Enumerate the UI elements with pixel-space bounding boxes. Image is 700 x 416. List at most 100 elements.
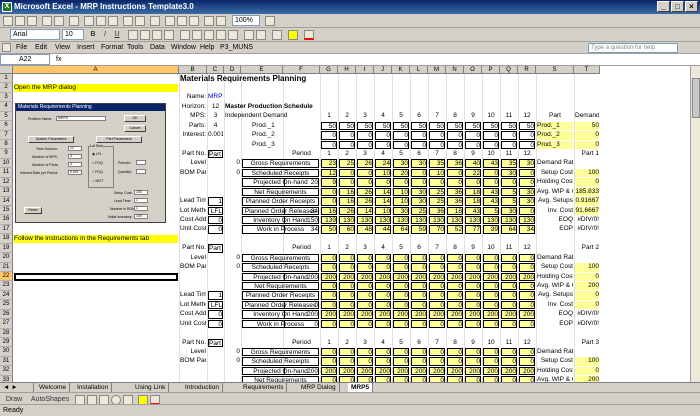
currency-icon[interactable]	[180, 30, 190, 40]
mrp-value[interactable]: 43	[465, 206, 481, 215]
row-header[interactable]: 17	[0, 224, 13, 235]
part-summary-label[interactable]: Setup Cost	[537, 169, 573, 177]
mrp-value[interactable]: 0	[465, 253, 481, 263]
outdent-icon[interactable]	[256, 30, 266, 40]
period-header[interactable]: 5	[393, 339, 409, 347]
select-all-corner[interactable]	[0, 66, 13, 74]
period-header[interactable]: 4	[375, 112, 391, 120]
mrp-value[interactable]: 200	[501, 310, 517, 319]
mrp-value[interactable]: 200	[321, 310, 337, 319]
part-param-label[interactable]: Unit Cost	[180, 225, 206, 233]
mps-value[interactable]: 0	[501, 131, 517, 140]
mrp-value[interactable]: 30	[501, 168, 517, 178]
period-header[interactable]: 6	[411, 112, 427, 120]
new-icon[interactable]	[3, 16, 13, 26]
period-header[interactable]: 3	[357, 112, 373, 120]
mps-value[interactable]: 0	[339, 140, 355, 149]
mrp-value[interactable]: 200	[465, 366, 481, 376]
mrp-value[interactable]: 52	[447, 225, 463, 234]
mps-value[interactable]: 0	[393, 131, 409, 140]
mps-value[interactable]: 0	[483, 140, 499, 149]
mrp-value[interactable]: 200	[447, 366, 463, 376]
mrp-value[interactable]: 48	[357, 225, 373, 234]
demand-header[interactable]: Demand	[575, 112, 599, 120]
column-header[interactable]: B	[179, 66, 207, 74]
part-param-label[interactable]: Level	[180, 254, 206, 262]
mrp-value[interactable]: 0	[483, 357, 499, 366]
mrp-value[interactable]: 200	[375, 366, 391, 376]
mrp-value[interactable]: 0	[465, 291, 481, 300]
mrp-value[interactable]: 24	[375, 159, 391, 168]
mps-value[interactable]: 50	[393, 121, 409, 131]
mps-value[interactable]: 0	[375, 131, 391, 140]
mrp-value[interactable]: 0	[357, 300, 373, 310]
mrp-value[interactable]: 30	[411, 187, 427, 197]
menu-view[interactable]: View	[55, 42, 70, 54]
mrp-value[interactable]: 0	[321, 197, 337, 206]
column-header[interactable]: I	[356, 66, 374, 74]
mrp-value[interactable]: 43	[483, 197, 499, 206]
mps-value[interactable]: 0	[501, 140, 517, 149]
mps-title[interactable]: Master Production Schedule	[225, 103, 355, 111]
mrp-value[interactable]: 200	[501, 366, 517, 376]
mps-value[interactable]: 0	[357, 140, 373, 149]
mrp-value[interactable]: 0	[429, 300, 445, 310]
mrp-value[interactable]: 77	[465, 225, 481, 234]
mrp-value[interactable]: 20	[393, 168, 409, 178]
period-header[interactable]: 8	[447, 244, 463, 252]
mrp-value[interactable]: 0	[501, 291, 517, 300]
mrp-value[interactable]: 0	[519, 291, 535, 300]
mrp-value[interactable]: 9	[321, 178, 337, 187]
mrp-value[interactable]: 130	[501, 215, 517, 225]
mrp-value[interactable]: 36	[447, 159, 463, 168]
part-summary-value[interactable]: #DIV/0!	[575, 225, 599, 233]
part-summary-label[interactable]: Inv. Cost	[537, 207, 573, 215]
mrp-value[interactable]: 10	[393, 187, 409, 197]
mrp-value[interactable]: 130	[519, 215, 535, 225]
interest-label[interactable]: Interest:	[180, 131, 206, 139]
mrp-value[interactable]: 0	[339, 253, 355, 263]
mrp-value[interactable]: 0	[429, 281, 445, 291]
mrp-value[interactable]: 0	[429, 291, 445, 300]
menu-data[interactable]: Data	[150, 42, 165, 54]
mps-value[interactable]: 0	[429, 131, 445, 140]
mrp-row-label[interactable]: Gross Requirements	[242, 159, 319, 168]
period-header[interactable]: 9	[465, 150, 481, 158]
mrp-value[interactable]: 30	[411, 159, 427, 168]
mrp-value[interactable]: 0	[357, 319, 373, 329]
period-header[interactable]: 8	[447, 339, 463, 347]
mrp-value[interactable]: 5	[501, 197, 517, 206]
column-header[interactable]: T	[574, 66, 600, 74]
font-color-icon[interactable]	[304, 30, 314, 40]
part-summary-label[interactable]: EOQ	[537, 310, 573, 318]
part-summary-label[interactable]: Avg. WIP & OH	[537, 282, 573, 290]
mrp-value[interactable]: 0	[501, 253, 517, 263]
mrp-value[interactable]: 10	[393, 197, 409, 206]
mrp-value[interactable]: 0	[447, 357, 463, 366]
mrp-value[interactable]: 0	[447, 168, 463, 178]
mrp-value[interactable]: 0	[483, 281, 499, 291]
part-summary-value[interactable]: 0	[575, 178, 599, 187]
mps-value[interactable]: 50	[483, 121, 499, 131]
period-label[interactable]: Period	[284, 244, 319, 252]
mps-part[interactable]: Prod._3	[537, 140, 573, 149]
mrp-value[interactable]: 0	[429, 319, 445, 329]
hyperlink-icon[interactable]	[150, 16, 160, 26]
mrp-value[interactable]: 0	[501, 281, 517, 291]
row-header[interactable]: 24	[0, 290, 13, 301]
row-header[interactable]: 11	[0, 168, 13, 178]
mrp-value[interactable]: 0	[483, 253, 499, 263]
part-summary-label[interactable]: Holding Cost	[537, 178, 573, 186]
preview-icon[interactable]	[54, 16, 64, 26]
mrp-value[interactable]: 0	[501, 178, 517, 187]
mrp-value[interactable]: 70	[429, 225, 445, 234]
decrease-decimal-icon[interactable]	[228, 30, 238, 40]
mrp-value[interactable]: 0	[357, 291, 373, 300]
mrp-value[interactable]: 200	[519, 366, 535, 376]
menu-window[interactable]: Window	[171, 42, 196, 54]
column-header[interactable]: L	[410, 66, 428, 74]
part-param-label[interactable]: Lot Method	[180, 207, 206, 215]
mrp-value[interactable]: 0	[447, 291, 463, 300]
period-header[interactable]: 3	[357, 244, 373, 252]
mrp-value[interactable]: 18	[465, 187, 481, 197]
